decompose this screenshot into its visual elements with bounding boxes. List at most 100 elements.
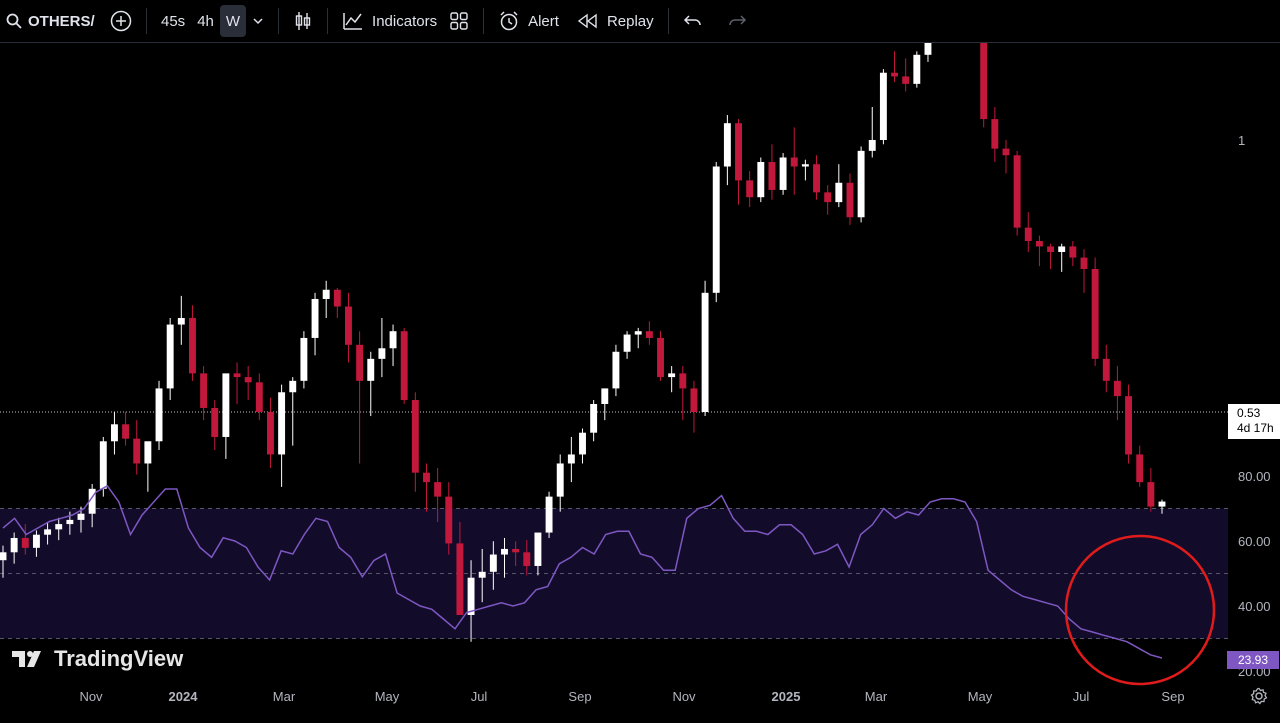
separator bbox=[146, 8, 147, 34]
time-label: May bbox=[375, 689, 400, 704]
candle-body bbox=[534, 532, 542, 566]
grid-icon bbox=[450, 12, 468, 30]
candle-body bbox=[913, 54, 921, 84]
candle-body bbox=[1058, 246, 1066, 252]
candle-body bbox=[991, 119, 999, 149]
candle-body bbox=[824, 192, 832, 203]
interval-45s[interactable]: 45s bbox=[155, 5, 191, 37]
candle-body bbox=[657, 337, 664, 378]
candle-body bbox=[545, 496, 553, 533]
candle-body bbox=[0, 552, 7, 561]
candle-body bbox=[1024, 227, 1032, 241]
time-label: Jul bbox=[1073, 689, 1090, 704]
candle-body bbox=[133, 438, 141, 464]
candle-body bbox=[489, 554, 497, 572]
candle-body bbox=[1158, 501, 1166, 507]
time-label: Sep bbox=[1161, 689, 1184, 704]
rsi-current-value-tag: 23.93 bbox=[1227, 651, 1279, 669]
candle-body bbox=[590, 403, 598, 433]
candle-body bbox=[735, 123, 742, 181]
candle-body bbox=[267, 412, 274, 455]
alert-button[interactable]: Alert bbox=[492, 5, 565, 37]
candle-body bbox=[333, 289, 341, 307]
interval-4h[interactable]: 4h bbox=[191, 5, 220, 37]
candle-body bbox=[701, 292, 709, 412]
candle-body bbox=[411, 400, 419, 473]
chart-type-button[interactable] bbox=[287, 5, 319, 37]
settings-button[interactable] bbox=[1250, 687, 1268, 705]
candle-body bbox=[813, 164, 820, 193]
symbol-search[interactable]: OTHERS/ bbox=[0, 5, 104, 37]
interval-dropdown[interactable] bbox=[246, 5, 270, 37]
candle-body bbox=[110, 424, 118, 442]
candle-body bbox=[367, 358, 375, 381]
candle-body bbox=[44, 529, 52, 535]
chart-area[interactable]: 1 80.00 60.00 40.00 20.00 Nov 2024 Mar M… bbox=[0, 8, 1280, 718]
candle-body bbox=[690, 388, 698, 412]
price-axis-label-top: 1 bbox=[1238, 133, 1245, 148]
time-label: May bbox=[968, 689, 993, 704]
rsi-axis-label-40: 40.00 bbox=[1238, 599, 1271, 614]
candle-body bbox=[289, 380, 297, 393]
time-label: Jul bbox=[471, 689, 488, 704]
time-label: Mar bbox=[865, 689, 888, 704]
separator bbox=[278, 8, 280, 34]
undo-button[interactable] bbox=[677, 5, 709, 37]
replay-rewind-icon bbox=[577, 13, 597, 29]
tradingview-logo[interactable]: TradingView bbox=[12, 646, 183, 672]
separator bbox=[327, 8, 329, 34]
time-label: Nov bbox=[79, 689, 103, 704]
interval-w[interactable]: W bbox=[219, 5, 247, 37]
redo-button[interactable] bbox=[721, 5, 753, 37]
candle-body bbox=[244, 377, 252, 383]
candle-body bbox=[501, 548, 508, 555]
candle-body bbox=[645, 331, 653, 338]
candle-body bbox=[278, 392, 286, 455]
current-price-tag: 0.53 4d 17h bbox=[1228, 404, 1280, 439]
gear-icon bbox=[1250, 687, 1268, 705]
candle-body bbox=[467, 577, 475, 615]
candle-body bbox=[980, 27, 988, 120]
candle-body bbox=[790, 157, 798, 167]
candle-body bbox=[623, 334, 631, 352]
chart-canvas[interactable]: 1 80.00 60.00 40.00 20.00 Nov 2024 Mar M… bbox=[0, 8, 1280, 718]
candle-body bbox=[768, 161, 776, 190]
candle-body bbox=[1069, 246, 1077, 258]
candle-body bbox=[857, 150, 865, 218]
candlestick-icon bbox=[295, 12, 311, 30]
candle-body bbox=[66, 519, 74, 525]
candle-body bbox=[556, 463, 564, 497]
candle-body bbox=[77, 513, 85, 520]
candle-body bbox=[1091, 269, 1099, 359]
candle-body bbox=[177, 318, 185, 325]
candle-body bbox=[255, 382, 263, 412]
candle-body bbox=[166, 324, 174, 389]
compare-symbol-button[interactable] bbox=[104, 5, 138, 37]
candle-body bbox=[757, 161, 765, 198]
templates-button[interactable] bbox=[443, 5, 475, 37]
candle-body bbox=[389, 331, 397, 349]
indicators-button[interactable]: Indicators bbox=[336, 5, 443, 37]
candle-body bbox=[345, 306, 352, 345]
symbol-name: OTHERS/ bbox=[28, 12, 95, 30]
candle-body bbox=[1047, 246, 1055, 252]
candle-body bbox=[801, 164, 809, 167]
candle-body bbox=[122, 424, 130, 439]
candle-body bbox=[10, 537, 18, 553]
indicators-icon bbox=[343, 13, 363, 30]
candle-body bbox=[723, 123, 731, 167]
undo-icon bbox=[683, 15, 701, 26]
replay-button[interactable]: Replay bbox=[571, 5, 660, 37]
candle-body bbox=[1080, 257, 1088, 270]
candle-body bbox=[1102, 358, 1110, 381]
candle-body bbox=[567, 454, 575, 464]
replay-label: Replay bbox=[606, 12, 654, 30]
candle-body bbox=[835, 182, 843, 203]
redo-icon bbox=[728, 15, 746, 26]
separator bbox=[667, 8, 669, 34]
candle-body bbox=[601, 388, 609, 404]
time-label: Mar bbox=[273, 689, 296, 704]
candle-body bbox=[322, 289, 330, 299]
alarm-clock-icon bbox=[500, 11, 518, 31]
time-axis: Nov 2024 Mar May Jul Sep Nov 2025 Mar Ma… bbox=[79, 689, 1184, 704]
